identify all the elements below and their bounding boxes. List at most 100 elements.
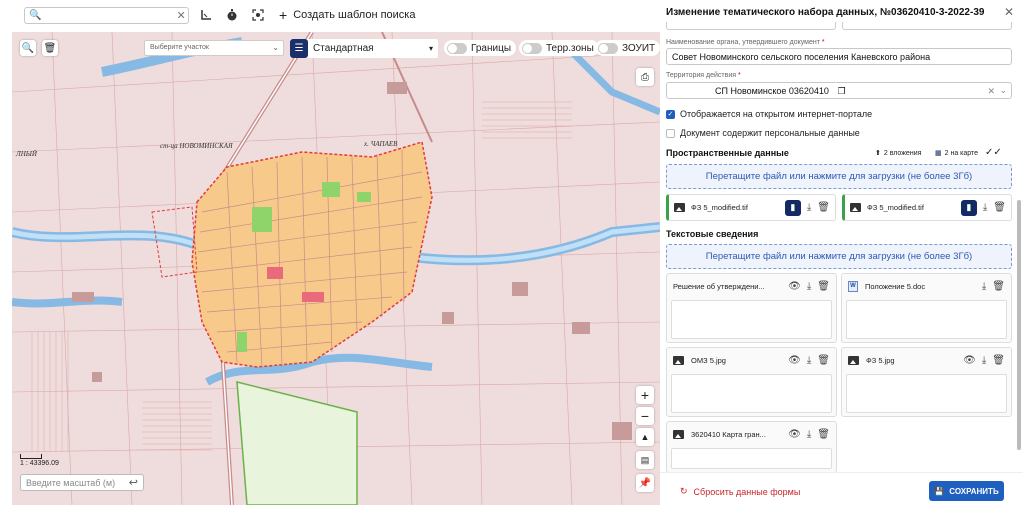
plus-icon: +	[279, 7, 288, 23]
create-template-button[interactable]: + Создать шаблон поиска	[279, 7, 415, 23]
prev-field[interactable]	[842, 22, 1012, 30]
file-name: 3620410 Карта гран...	[691, 429, 766, 439]
word-file-icon: W	[848, 280, 858, 292]
trash-icon[interactable]: 🗑	[817, 429, 830, 440]
doc-card[interactable]: ФЗ 5.jpg 👁 ⤓ 🗑	[841, 347, 1012, 417]
search-input[interactable]	[44, 9, 177, 21]
scale-input[interactable]: Введите масштаб (м) ↩	[20, 474, 144, 491]
focus-icon[interactable]	[249, 6, 267, 24]
trash-icon[interactable]: 🗑	[817, 281, 830, 292]
enter-icon[interactable]: ↩	[129, 476, 138, 489]
measure-button[interactable]: ▤	[636, 451, 654, 469]
download-icon[interactable]: ⤓	[807, 281, 811, 292]
map-delete-button[interactable]: 🗑	[42, 40, 58, 56]
map-search-button[interactable]: 🔍	[20, 40, 36, 56]
download-icon[interactable]: ⤓	[807, 429, 811, 440]
toggle-switch[interactable]	[522, 42, 542, 54]
trash-icon[interactable]: 🗑	[817, 355, 830, 366]
doc-card[interactable]: Решение об утверждени... 👁 ⤓ 🗑	[666, 273, 837, 343]
trash-icon[interactable]: 🗑	[992, 281, 1005, 292]
eye-icon[interactable]: 👁	[788, 281, 801, 292]
trash-icon[interactable]: 🗑	[992, 355, 1005, 366]
attachments-count: 2 вложения	[883, 149, 922, 157]
toggle-label: Границы	[471, 42, 511, 54]
on-map-badge: ▦ 2 на карте	[935, 149, 979, 158]
doc-card[interactable]: ОМЗ 5.jpg 👁 ⤓ 🗑	[666, 347, 837, 417]
search-box[interactable]: 🔍 ✕	[24, 6, 189, 24]
base-layer-select[interactable]: ☰ Стандартная ▾	[290, 39, 438, 58]
download-icon[interactable]: ⤓	[983, 202, 987, 213]
toggle-terr-zones[interactable]: Терр.зоны	[519, 40, 599, 56]
checkbox-checked-icon[interactable]: ✓	[666, 109, 675, 119]
eye-icon[interactable]: 👁	[788, 429, 801, 440]
close-icon[interactable]: ✕	[1004, 5, 1014, 19]
territory-label-text: Территория действия	[666, 72, 737, 79]
text-dropzone[interactable]: Перетащите файл или нажмите для загрузки…	[666, 244, 1012, 269]
toggle-label: Терр.зоны	[546, 42, 594, 54]
compass-button[interactable]: ▲	[636, 428, 654, 446]
toggle-boundaries[interactable]: Границы	[444, 40, 516, 56]
required-mark: *	[738, 72, 741, 79]
trash-icon[interactable]: 🗑	[817, 202, 830, 213]
doc-description[interactable]	[671, 448, 832, 469]
toggle-switch[interactable]	[598, 42, 618, 54]
reset-icon: ↻	[680, 486, 688, 496]
doc-description[interactable]	[671, 374, 832, 413]
download-icon[interactable]: ⤓	[807, 355, 811, 366]
copy-icon[interactable]: ❐	[837, 86, 845, 96]
personal-data-checkbox[interactable]: Документ содержит персональные данные	[666, 128, 860, 138]
zoom-in-button[interactable]: +	[636, 386, 654, 404]
clear-icon[interactable]: ✕	[176, 9, 185, 22]
ruler-icon[interactable]	[197, 6, 215, 24]
timer-icon[interactable]	[223, 6, 241, 24]
show-on-map-button[interactable]: ▮	[960, 199, 977, 216]
show-on-map-button[interactable]: ▮	[784, 199, 801, 216]
ruler-icon: ▤	[640, 454, 650, 465]
check-all-icon[interactable]: ✓✓	[985, 147, 1002, 158]
download-icon[interactable]: ⤓	[982, 355, 986, 366]
base-layer-label: Стандартная	[313, 43, 374, 54]
toggle-zouit[interactable]: ЗОУИТ	[595, 40, 660, 56]
file-name: ОМЗ 5.jpg	[691, 355, 726, 365]
organ-input[interactable]: Совет Новоминского сельского поселения К…	[666, 48, 1012, 65]
zoom-out-button[interactable]: −	[636, 407, 654, 425]
image-file-icon	[673, 429, 684, 439]
spatial-file-card[interactable]: ФЗ 5_modified.tif ▮ ⤓ 🗑	[666, 194, 836, 221]
layers-icon: ☰	[290, 39, 308, 58]
panel-scrollbar[interactable]	[1017, 200, 1021, 450]
scale-text: 1 : 43396.09	[20, 460, 59, 467]
download-icon[interactable]: ⤓	[982, 281, 986, 292]
eye-icon[interactable]: 👁	[788, 355, 801, 366]
territory-select[interactable]: СП Новоминское 03620410 ❐ ✕ ⌄	[666, 82, 1012, 99]
spatial-file-card[interactable]: ФЗ 5_modified.tif ▮ ⤓ 🗑	[842, 194, 1012, 221]
trash-icon[interactable]: 🗑	[993, 202, 1006, 213]
doc-card[interactable]: W Положение 5.doc ⤓ 🗑	[841, 273, 1012, 343]
doc-description[interactable]	[671, 300, 832, 339]
print-button[interactable]: ⎙	[636, 68, 654, 86]
search-icon: 🔍	[29, 9, 42, 21]
parcel-select[interactable]: Выберите участок ⌄	[144, 40, 284, 56]
trash-icon: 🗑	[43, 42, 57, 54]
toggle-switch[interactable]	[447, 42, 467, 54]
eye-icon[interactable]: 👁	[963, 355, 976, 366]
on-map-count: 2 на карте	[944, 149, 979, 157]
pin-button[interactable]: 📌	[636, 474, 654, 492]
prev-field[interactable]	[666, 22, 836, 30]
doc-description[interactable]	[846, 374, 1007, 413]
checkbox-icon[interactable]	[666, 128, 675, 138]
image-file-icon	[673, 355, 684, 365]
chevron-down-icon: ⌄	[272, 43, 279, 52]
chevron-down-icon[interactable]: ⌄	[999, 85, 1007, 96]
doc-description[interactable]	[846, 300, 1007, 339]
clear-icon[interactable]: ✕	[987, 86, 995, 97]
doc-card[interactable]: 3620410 Карта гран... 👁 ⤓ 🗑	[666, 421, 837, 473]
save-button[interactable]: 💾 СОХРАНИТЬ	[929, 481, 1004, 501]
download-icon[interactable]: ⤓	[807, 202, 811, 213]
territory-label: Территория действия *	[666, 72, 741, 79]
attachments-badge: ⬆ 2 вложения	[875, 149, 922, 158]
spatial-dropzone[interactable]: Перетащите файл или нажмите для загрузки…	[666, 164, 1012, 189]
map-canvas[interactable]: ст-ца НОВОМИНСКАЯ х. ЧАПАЕВ ЛНЫЙ 🔍 🗑 Выб…	[12, 32, 660, 505]
toggle-label: ЗОУИТ	[622, 42, 656, 54]
reset-form-button[interactable]: ↻ Сбросить данные формы	[680, 486, 800, 497]
portal-checkbox[interactable]: ✓ Отображается на открытом интернет-порт…	[666, 109, 872, 119]
